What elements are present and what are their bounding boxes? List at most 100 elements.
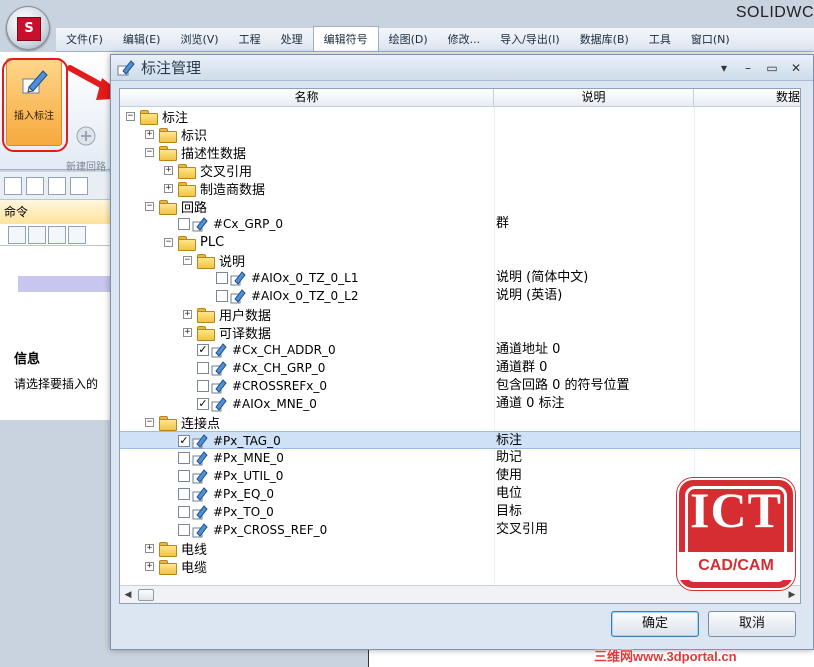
column-header-name[interactable]: 名称 (120, 89, 494, 106)
folder-icon (197, 253, 215, 269)
tree-folder-row[interactable]: + 标识 (120, 125, 800, 144)
pen-tag-icon (192, 523, 208, 538)
tree-tag-row[interactable]: ✓ #AIOx_MNE_0 通道 0 标注 (120, 395, 800, 413)
menu-item[interactable]: 编辑符号 (312, 26, 379, 51)
tag-checkbox[interactable] (197, 362, 209, 374)
undo-icon[interactable] (70, 176, 88, 195)
dialog-titlebar[interactable]: 标注管理 ▾ – ▭ ✕ (111, 55, 813, 81)
menu-item[interactable]: 导入/导出(I) (490, 28, 570, 51)
dropdown-icon[interactable]: ▾ (717, 61, 731, 75)
tree-tag-row[interactable]: #Px_MNE_0 助记 (120, 449, 800, 467)
scroll-left-icon[interactable]: ◀ (120, 587, 136, 603)
tree-tag-row[interactable]: ✓ #Cx_CH_ADDR_0 通道地址 0 (120, 341, 800, 359)
tree-item-label: #Px_UTIL_0 (213, 469, 284, 483)
collapse-icon[interactable]: − (126, 111, 135, 121)
command-input-bar[interactable] (18, 276, 112, 292)
tag-checkbox[interactable] (178, 506, 190, 518)
target-tab-icon[interactable] (48, 226, 66, 244)
app-menu-button[interactable]: S (6, 6, 50, 50)
tag-checkbox[interactable] (178, 452, 190, 464)
tag-checkbox[interactable] (197, 380, 209, 392)
palette-tab-icon[interactable] (8, 226, 26, 244)
scroll-right-icon[interactable]: ▶ (784, 587, 800, 603)
tree-folder-row[interactable]: − PLC (120, 233, 800, 251)
tree-folder-row[interactable]: − 描述性数据 (120, 143, 800, 162)
expand-icon[interactable]: + (183, 327, 192, 337)
collapse-icon[interactable]: − (145, 201, 154, 211)
tree-tag-row[interactable]: #Cx_GRP_0 群 (120, 215, 800, 233)
collapse-icon[interactable]: − (164, 237, 173, 247)
tree-item-description: 通道 0 标注 (496, 396, 565, 411)
expand-icon[interactable]: + (164, 165, 173, 175)
tree-item-label: 标注 (162, 110, 189, 126)
folder-icon (178, 235, 196, 251)
menu-item[interactable]: 工程 (229, 28, 271, 51)
tree-item-label: #Px_EQ_0 (213, 487, 275, 501)
pen-tag-icon (211, 379, 227, 394)
expand-icon[interactable]: + (164, 183, 173, 193)
menu-item[interactable]: 浏览(V) (170, 28, 228, 51)
dialog-title: 标注管理 (141, 59, 202, 77)
pen-tag-icon (192, 487, 208, 502)
save-icon[interactable] (26, 176, 44, 195)
play-tab-icon[interactable] (68, 226, 86, 244)
app-logo-icon: S (17, 17, 41, 41)
menu-item[interactable]: 修改... (438, 28, 491, 51)
tag-checkbox[interactable]: ✓ (197, 344, 209, 356)
tree-folder-row[interactable]: − 回路 (120, 197, 800, 216)
menu-item[interactable]: 窗口(N) (681, 28, 740, 51)
ok-button[interactable]: 确定 (611, 611, 699, 637)
pen-tag-icon (192, 434, 208, 449)
tag-checkbox[interactable] (216, 290, 228, 302)
menu-item[interactable]: 绘图(D) (379, 28, 438, 51)
tree-tag-row[interactable]: #CROSSREFx_0 包含回路 0 的符号位置 (120, 377, 800, 395)
tree-folder-row[interactable]: + 可译数据 (120, 323, 800, 342)
expand-icon[interactable]: + (183, 309, 192, 319)
menu-item[interactable]: 工具 (639, 28, 681, 51)
tree-folder-row[interactable]: − 说明 (120, 251, 800, 270)
folder-icon (159, 415, 177, 431)
expand-icon[interactable]: + (145, 561, 154, 571)
cancel-button[interactable]: 取消 (708, 611, 796, 637)
column-header-data[interactable]: 数据 (694, 89, 800, 106)
tree-folder-row[interactable]: − 连接点 (120, 413, 800, 432)
tree-item-label: #AIOx_MNE_0 (232, 397, 317, 411)
tag-checkbox[interactable] (178, 524, 190, 536)
command-tabs (0, 224, 111, 246)
menu-item[interactable]: 文件(F) (56, 28, 113, 51)
menu-item[interactable]: 数据库(B) (570, 28, 639, 51)
tree-tag-row[interactable]: #AIOx_0_TZ_0_L2 说明 (英语) (120, 287, 800, 305)
tag-checkbox[interactable]: ✓ (197, 398, 209, 410)
collapse-icon[interactable]: − (183, 255, 192, 265)
pen-tag-icon (211, 343, 227, 358)
tree-folder-row[interactable]: − 标注 (120, 107, 800, 126)
scroll-thumb[interactable] (138, 588, 154, 601)
menu-item[interactable]: 处理 (271, 28, 313, 51)
tree-tag-row[interactable]: #Cx_CH_GRP_0 通道群 0 (120, 359, 800, 377)
open-icon[interactable] (4, 176, 22, 195)
tree-item-label: 交叉引用 (200, 164, 253, 180)
close-icon[interactable]: ✕ (789, 61, 803, 75)
collapse-icon[interactable]: − (145, 147, 154, 157)
column-header-description[interactable]: 说明 (494, 89, 694, 106)
tree-tag-row[interactable]: ✓ #Px_TAG_0 标注 (120, 431, 800, 449)
minimize-icon[interactable]: – (741, 61, 755, 75)
tree-item-label: 用户数据 (219, 308, 272, 324)
expand-icon[interactable]: + (145, 543, 154, 553)
tree-folder-row[interactable]: + 用户数据 (120, 305, 800, 324)
expand-icon[interactable]: + (145, 129, 154, 139)
tree-folder-row[interactable]: + 制造商数据 (120, 179, 800, 198)
circuit-icon (76, 126, 96, 146)
tree-tag-row[interactable]: #AIOx_0_TZ_0_L1 说明 (简体中文) (120, 269, 800, 287)
tag-checkbox[interactable] (178, 488, 190, 500)
tag-checkbox[interactable] (216, 272, 228, 284)
print-icon[interactable] (48, 176, 66, 195)
tag-checkbox[interactable] (178, 470, 190, 482)
maximize-icon[interactable]: ▭ (765, 61, 779, 75)
tag-checkbox[interactable] (178, 218, 190, 230)
menu-item[interactable]: 编辑(E) (113, 28, 171, 51)
drive-tab-icon[interactable] (28, 226, 46, 244)
collapse-icon[interactable]: − (145, 417, 154, 427)
tree-folder-row[interactable]: + 交叉引用 (120, 161, 800, 180)
tag-checkbox[interactable]: ✓ (178, 435, 190, 447)
